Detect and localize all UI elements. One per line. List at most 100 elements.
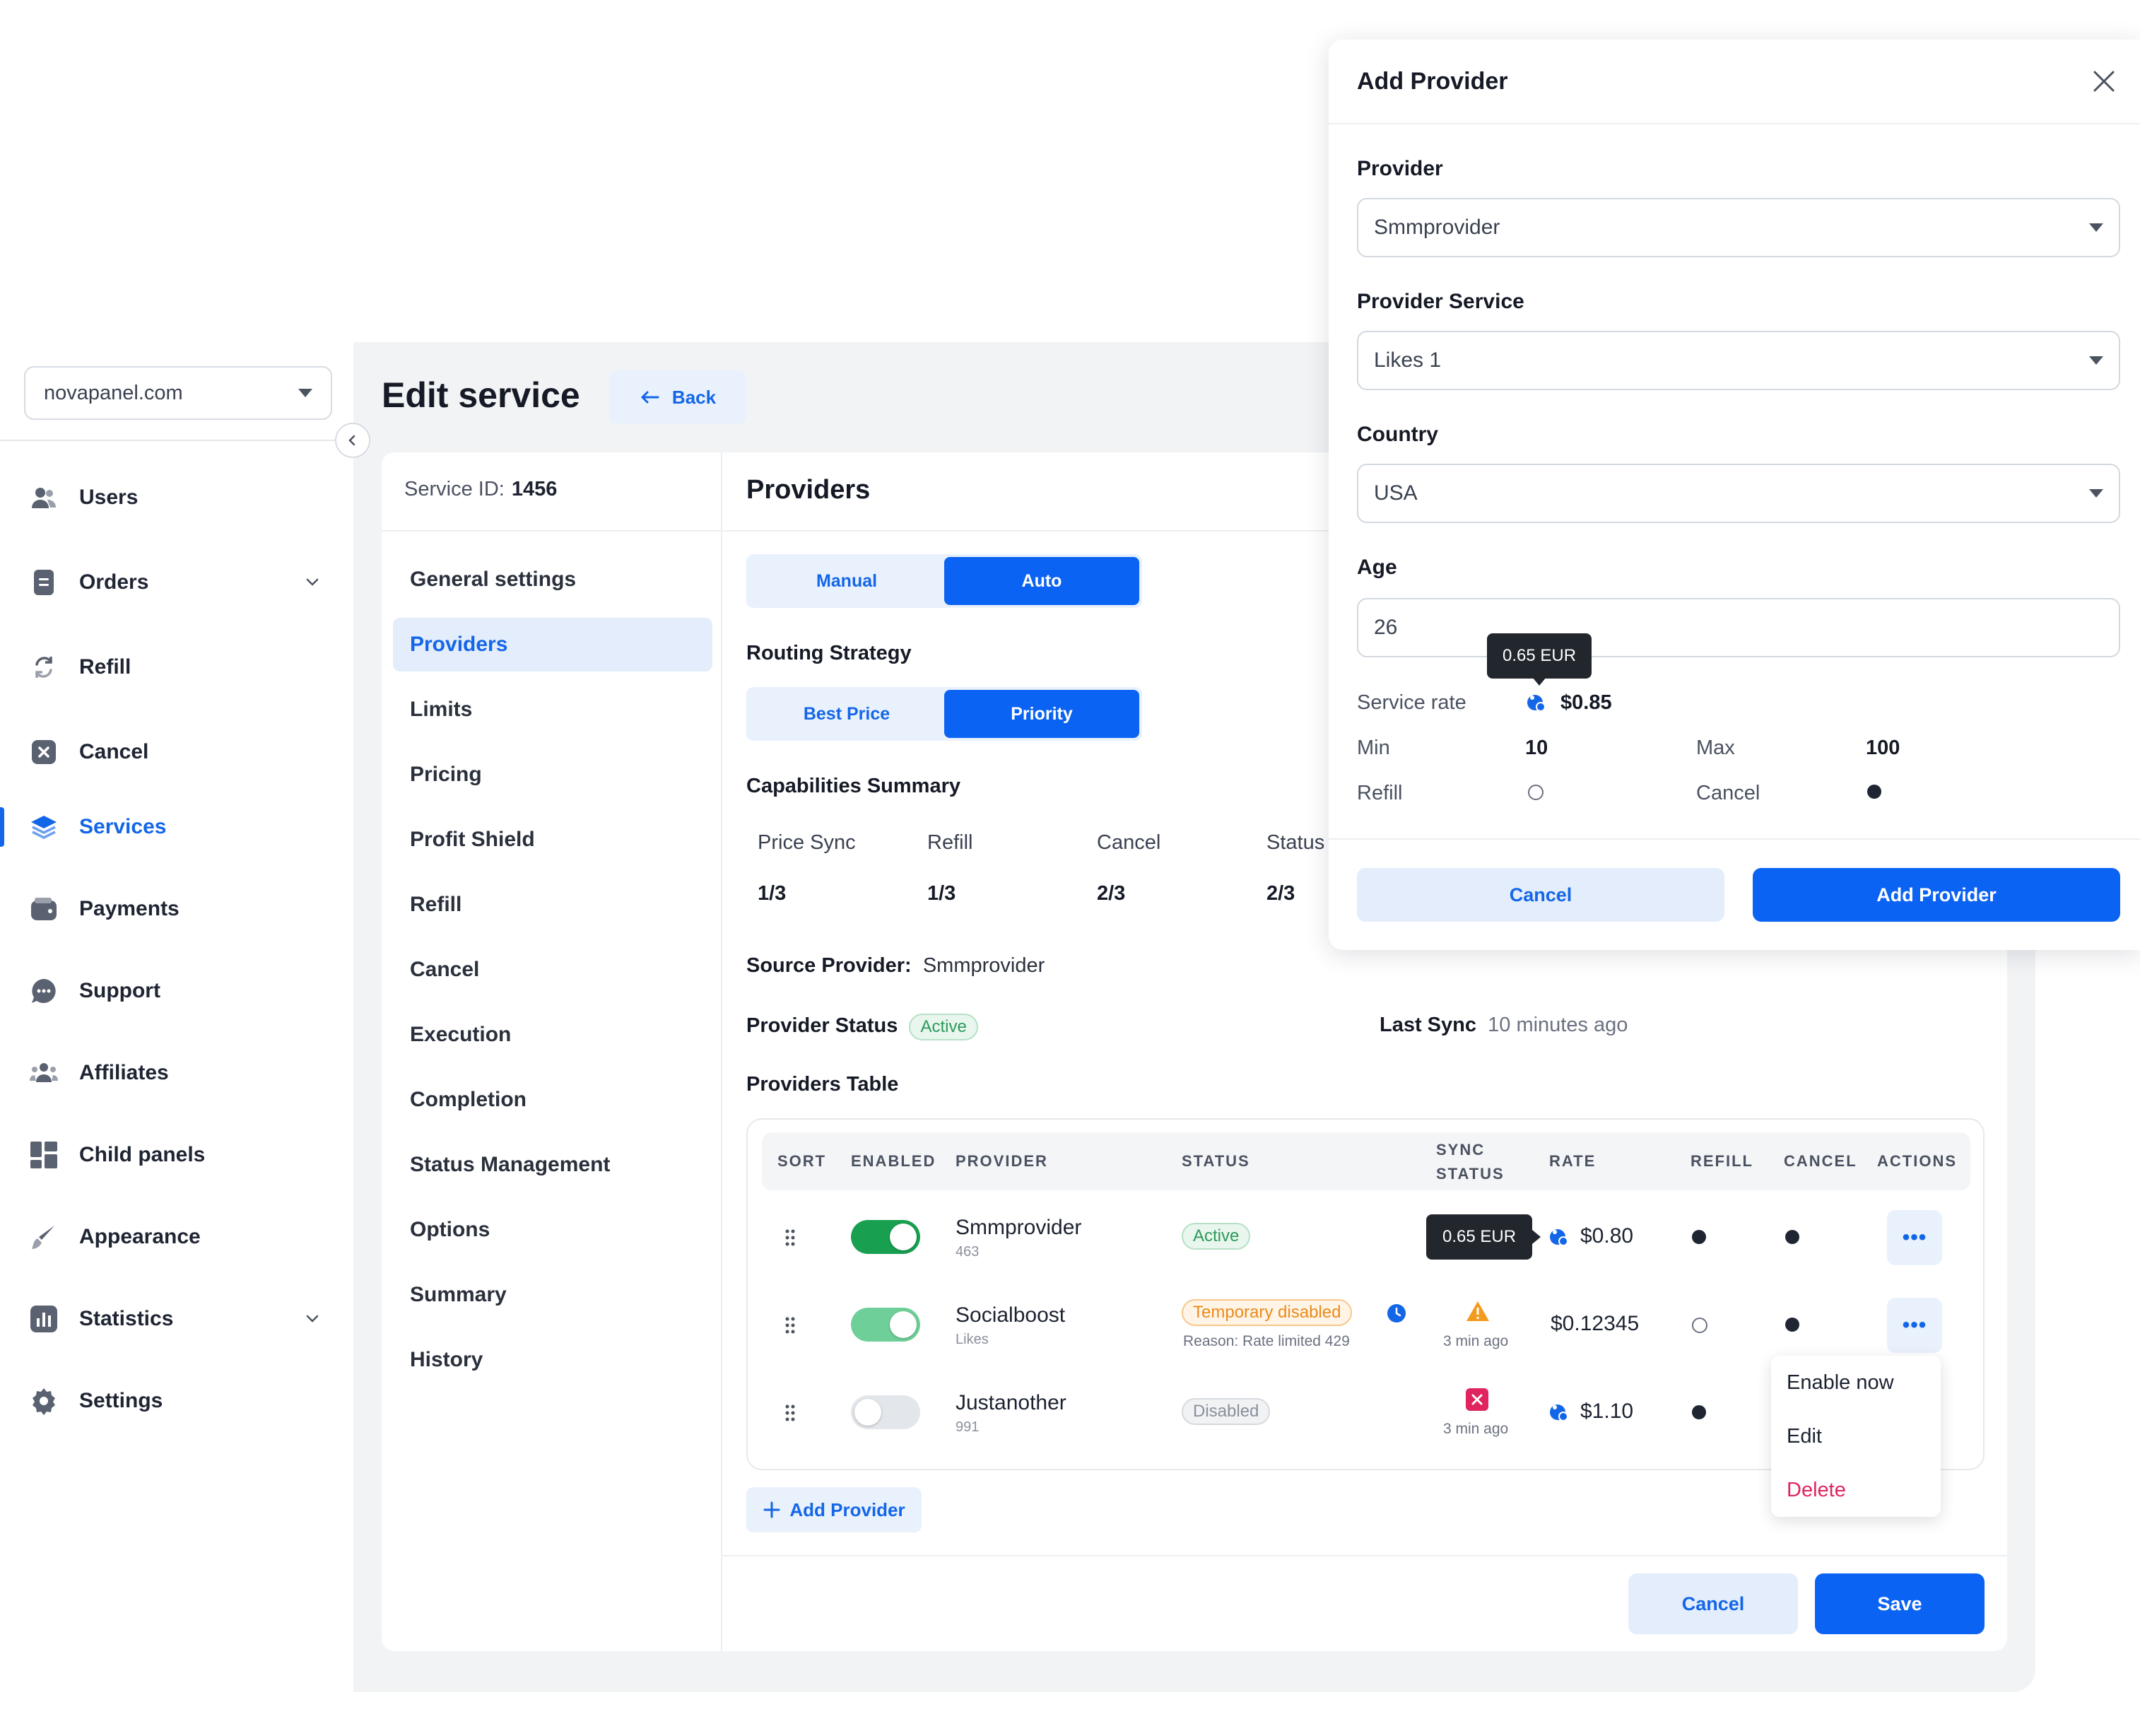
country-select[interactable]: USA xyxy=(1357,464,2120,523)
col-sort: SORT xyxy=(777,1152,827,1170)
cancel-button[interactable]: Cancel xyxy=(1628,1573,1798,1634)
arrow-left-icon xyxy=(640,391,659,404)
tab-auto[interactable]: Auto xyxy=(944,557,1139,605)
refresh-icon xyxy=(30,653,58,681)
row-status: Active xyxy=(1182,1223,1251,1250)
menu-limits[interactable]: Limits xyxy=(393,683,712,737)
menu-pricing[interactable]: Pricing xyxy=(393,748,712,802)
sidebar-item-support[interactable]: Support xyxy=(0,963,352,1019)
cancel-supported-dot xyxy=(1785,1230,1799,1244)
col-actions: ACTIONS xyxy=(1877,1152,1957,1170)
menu-providers[interactable]: Providers xyxy=(393,618,712,671)
dropdown-delete[interactable]: Delete xyxy=(1787,1479,1846,1502)
service-id: Service ID: 1456 xyxy=(404,478,557,501)
capability-name: Price Sync xyxy=(758,831,856,854)
enabled-toggle[interactable] xyxy=(851,1395,920,1429)
providers-divider xyxy=(722,530,1330,532)
enabled-toggle[interactable] xyxy=(851,1308,920,1342)
brush-icon xyxy=(30,1223,58,1251)
sidebar-item-cancel[interactable]: Cancel xyxy=(0,724,352,780)
back-button[interactable]: Back xyxy=(609,370,746,424)
provider-service-select[interactable]: Likes 1 xyxy=(1357,331,2120,390)
menu-completion[interactable]: Completion xyxy=(393,1073,712,1127)
drag-handle-icon[interactable] xyxy=(784,1228,796,1247)
chevron-down-icon xyxy=(306,1315,319,1322)
sidebar-item-statistics[interactable]: Statistics xyxy=(0,1291,352,1347)
col-enabled: ENABLED xyxy=(851,1152,936,1170)
sync-coins-icon xyxy=(1550,1404,1568,1421)
menu-profit-shield[interactable]: Profit Shield xyxy=(393,813,712,867)
tooltip-arrow xyxy=(1532,677,1546,686)
providers-table-label: Providers Table xyxy=(746,1073,899,1096)
users-icon xyxy=(30,483,58,512)
grid-icon xyxy=(30,1141,58,1169)
capabilities-label: Capabilities Summary xyxy=(746,775,960,797)
status-reason: Reason: Rate limited 429 xyxy=(1183,1333,1350,1349)
routing-toggle: Best Price Priority xyxy=(746,687,1142,741)
dropdown-edit[interactable]: Edit xyxy=(1787,1425,1822,1448)
service-rate-label: Service rate xyxy=(1357,691,1466,714)
sync-time: 3 min ago xyxy=(1443,1333,1509,1349)
sync-coins-icon xyxy=(1550,1229,1568,1246)
menu-refill[interactable]: Refill xyxy=(393,878,712,932)
capability-value: 1/3 xyxy=(758,882,787,905)
tab-priority[interactable]: Priority xyxy=(944,690,1139,738)
row-actions-button[interactable]: ••• xyxy=(1887,1298,1942,1353)
sidebar-item-refill[interactable]: Refill xyxy=(0,639,352,696)
tab-manual[interactable]: Manual xyxy=(749,557,944,605)
status-badge: Active xyxy=(909,1014,978,1040)
wallet-icon xyxy=(30,895,58,923)
menu-general-settings[interactable]: General settings xyxy=(393,553,712,606)
provider-sub: 991 xyxy=(956,1419,980,1435)
add-provider-label: Add Provider xyxy=(789,1499,905,1520)
country-label: Country xyxy=(1357,423,1438,446)
sidebar-divider xyxy=(0,440,352,441)
save-button[interactable]: Save xyxy=(1815,1573,1985,1634)
providers-heading: Providers xyxy=(746,475,871,505)
provider-sub: 463 xyxy=(956,1244,980,1260)
modal-cancel-button[interactable]: Cancel xyxy=(1357,868,1724,922)
sidebar-item-settings[interactable]: Settings xyxy=(0,1373,352,1429)
menu-summary[interactable]: Summary xyxy=(393,1268,712,1322)
provider-service-label: Provider Service xyxy=(1357,290,1524,313)
sync-time: 3 min ago xyxy=(1443,1421,1509,1437)
menu-options[interactable]: Options xyxy=(393,1203,712,1257)
sidebar-item-affiliates[interactable]: Affiliates xyxy=(0,1045,352,1101)
gear-icon xyxy=(30,1387,58,1415)
capability-value: 2/3 xyxy=(1097,882,1126,905)
menu-status-management[interactable]: Status Management xyxy=(393,1138,712,1192)
sidebar-item-orders[interactable]: Orders xyxy=(0,554,352,611)
close-icon[interactable] xyxy=(2092,69,2116,93)
sidebar-item-label: Services xyxy=(79,815,167,838)
age-input[interactable]: 26 xyxy=(1357,598,2120,657)
sidebar-item-child-panels[interactable]: Child panels xyxy=(0,1127,352,1183)
drag-handle-icon[interactable] xyxy=(784,1316,796,1335)
provider-status-label: Provider Status xyxy=(746,1014,898,1037)
dropdown-enable-now[interactable]: Enable now xyxy=(1787,1371,1894,1395)
drag-handle-icon[interactable] xyxy=(784,1404,796,1422)
status-badge: Temporary disabled xyxy=(1182,1299,1353,1326)
sidebar-item-services[interactable]: Services xyxy=(0,799,352,855)
menu-history[interactable]: History xyxy=(393,1333,712,1387)
col-provider: PROVIDER xyxy=(956,1152,1048,1170)
footer-divider xyxy=(722,1555,2007,1556)
menu-cancel[interactable]: Cancel xyxy=(393,943,712,997)
row-actions-button[interactable]: ••• xyxy=(1887,1210,1942,1265)
sidebar-item-payments[interactable]: Payments xyxy=(0,881,352,937)
menu-execution[interactable]: Execution xyxy=(393,1008,712,1062)
sidebar-item-label: Cancel xyxy=(79,740,149,763)
sidebar-item-appearance[interactable]: Appearance xyxy=(0,1209,352,1265)
sidebar-item-users[interactable]: Users xyxy=(0,469,352,526)
add-provider-button[interactable]: Add Provider xyxy=(746,1487,922,1532)
collapse-sidebar-button[interactable] xyxy=(335,423,370,458)
refill-supported-dot xyxy=(1692,1230,1706,1244)
clock-icon[interactable] xyxy=(1387,1303,1406,1323)
enabled-toggle[interactable] xyxy=(851,1220,920,1254)
sidebar-item-label: Statistics xyxy=(79,1307,174,1330)
provider-select[interactable]: Smmprovider xyxy=(1357,198,2120,257)
domain-select[interactable]: novapanel.com xyxy=(24,366,332,420)
tab-best-price[interactable]: Best Price xyxy=(749,690,944,738)
modal-add-provider-button[interactable]: Add Provider xyxy=(1753,868,2120,922)
caret-down-icon xyxy=(2089,223,2103,232)
provider-sub: Likes xyxy=(956,1332,989,1347)
